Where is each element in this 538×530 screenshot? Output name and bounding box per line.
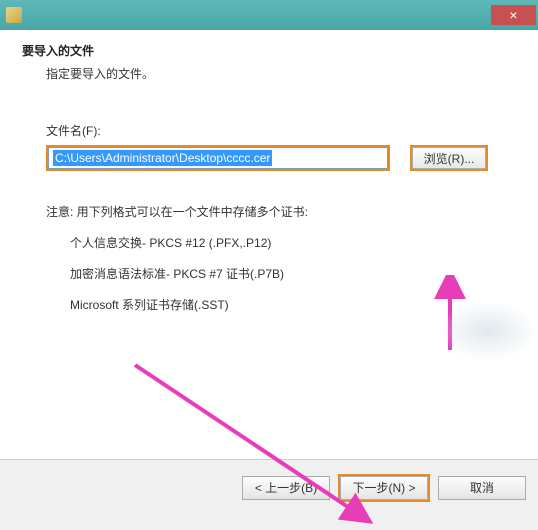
app-icon (6, 7, 22, 23)
file-input-highlight: C:\Users\Administrator\Desktop\cccc.cer (46, 145, 390, 171)
wizard-footer: < 上一步(B) 下一步(N) > 取消 (0, 460, 538, 515)
next-highlight: 下一步(N) > (338, 474, 430, 502)
file-label: 文件名(F): (46, 122, 516, 139)
close-icon: × (509, 7, 517, 23)
format-item: 加密消息语法标准- PKCS #7 证书(.P7B) (70, 265, 516, 282)
page-subtitle: 指定要导入的文件。 (46, 65, 516, 82)
cancel-button[interactable]: 取消 (438, 476, 526, 500)
titlebar-left (0, 7, 22, 23)
note-text: 注意: 用下列格式可以在一个文件中存储多个证书: (46, 203, 516, 220)
file-input-value: C:\Users\Administrator\Desktop\cccc.cer (53, 150, 272, 166)
file-row: C:\Users\Administrator\Desktop\cccc.cer … (46, 145, 516, 171)
close-button[interactable]: × (491, 5, 536, 25)
back-button[interactable]: < 上一步(B) (242, 476, 330, 500)
titlebar: × (0, 0, 538, 30)
browse-button[interactable]: 浏览(R)... (412, 147, 486, 169)
next-button[interactable]: 下一步(N) > (340, 476, 428, 500)
format-item: 个人信息交换- PKCS #12 (.PFX,.P12) (70, 234, 516, 251)
annotation-arrow-icon (430, 275, 490, 355)
format-item: Microsoft 系列证书存储(.SST) (70, 296, 516, 313)
wizard-content: 要导入的文件 指定要导入的文件。 文件名(F): C:\Users\Admini… (0, 30, 538, 460)
file-input[interactable]: C:\Users\Administrator\Desktop\cccc.cer (48, 147, 388, 169)
page-title: 要导入的文件 (22, 42, 516, 59)
browse-highlight: 浏览(R)... (410, 145, 488, 171)
